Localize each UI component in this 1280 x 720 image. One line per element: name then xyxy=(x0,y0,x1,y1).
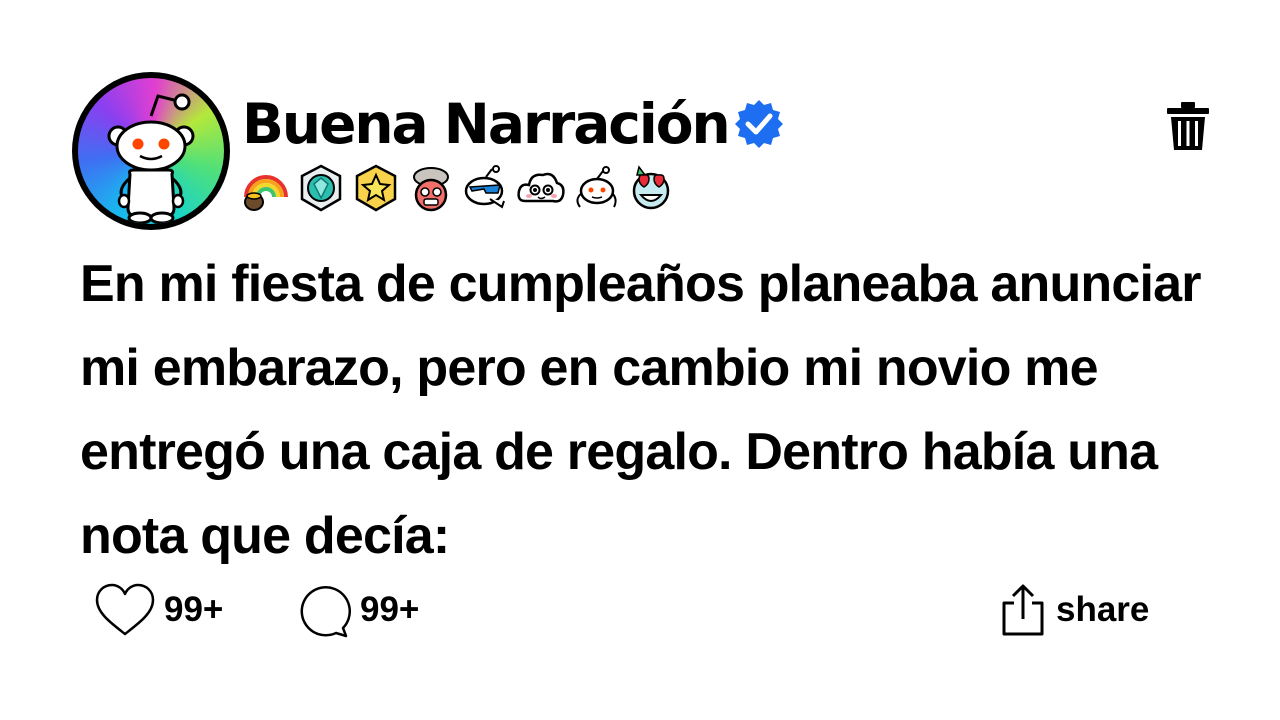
verified-badge-icon xyxy=(734,100,783,148)
share-upload-icon xyxy=(1002,584,1044,636)
comment-button[interactable]: 99+ xyxy=(296,578,419,642)
like-count: 99+ xyxy=(164,590,224,629)
rainbow-pot-award-icon[interactable] xyxy=(240,163,292,213)
cool-snoo-award-icon[interactable] xyxy=(460,163,512,213)
snoo-icon xyxy=(107,93,195,224)
like-button[interactable]: 99+ xyxy=(94,578,223,642)
avatar[interactable] xyxy=(72,72,230,230)
author-name[interactable]: Buena Narración xyxy=(242,92,731,156)
comment-count: 99+ xyxy=(360,590,420,629)
gold-star-award-icon[interactable] xyxy=(350,163,402,213)
heart-icon xyxy=(95,583,155,636)
mind-blown-award-icon[interactable] xyxy=(405,163,457,213)
share-button[interactable]: share xyxy=(1000,578,1149,642)
snoo-shrug-award-icon[interactable] xyxy=(570,163,622,213)
heart-eyes-award-icon[interactable] xyxy=(625,163,677,213)
share-label: share xyxy=(1056,590,1150,629)
post-actions: 99+ 99+ share xyxy=(0,578,1280,642)
post-text: En mi fiesta de cumpleaños planeaba anun… xyxy=(80,255,1202,565)
comment-bubble-icon xyxy=(300,586,351,638)
diamond-gem-award-icon[interactable] xyxy=(295,163,347,213)
trash-icon[interactable] xyxy=(1166,100,1210,152)
awards-row xyxy=(240,163,677,213)
cloud-face-award-icon[interactable] xyxy=(515,163,567,213)
